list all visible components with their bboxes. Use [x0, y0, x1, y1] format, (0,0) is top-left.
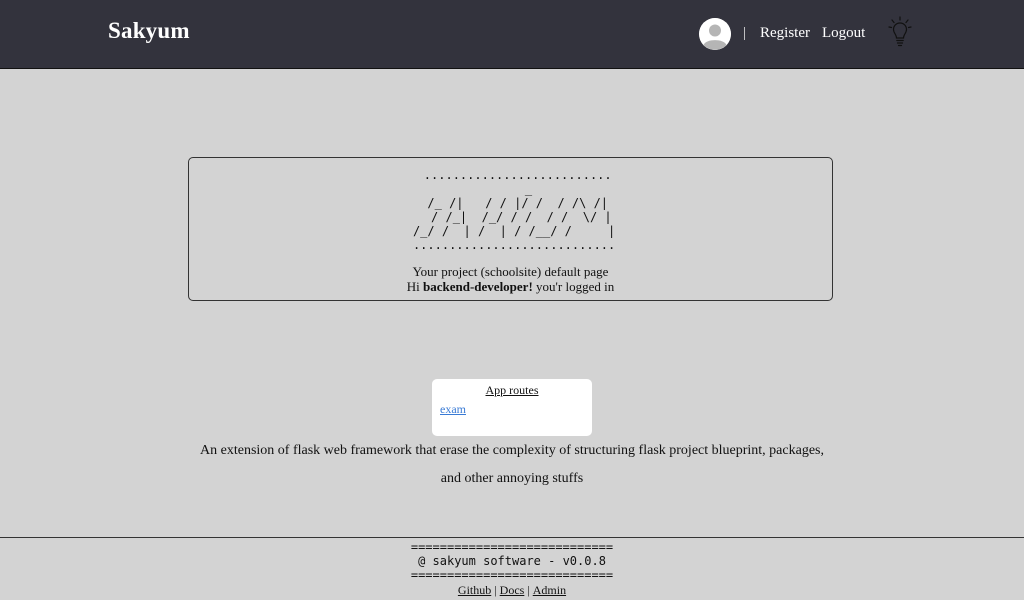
footer-version-text: ============================ @ sakyum so…: [410, 540, 614, 582]
app-routes-title: App routes: [485, 383, 539, 397]
project-default-page-text: Your project (schoolsite) default page: [412, 264, 609, 279]
username: backend-developer!: [423, 279, 533, 294]
nav-right-group: | Register Logout: [699, 17, 877, 50]
lightbulb-icon[interactable]: [887, 15, 913, 49]
register-link[interactable]: Register: [760, 25, 810, 42]
docs-link[interactable]: Docs: [500, 583, 525, 597]
app-routes-card: App routes exam: [432, 379, 592, 436]
welcome-banner: .......................... _ /_ /| / / |…: [188, 157, 833, 301]
footer-separator: |: [527, 583, 530, 597]
greeting-prefix: Hi: [406, 279, 424, 294]
greeting-suffix: you'r logged in: [532, 279, 615, 294]
banner-message: Your project (schoolsite) default page H…: [189, 264, 832, 294]
nav-separator: |: [743, 25, 747, 41]
framework-description: An extension of flask web framework that…: [200, 443, 824, 486]
user-avatar-icon[interactable]: [699, 17, 731, 50]
brand-logo[interactable]: Sakyum: [108, 18, 190, 44]
top-navbar: Sakyum | Register Logout: [0, 0, 1024, 69]
footer-separator: |: [494, 583, 497, 597]
page-footer: ============================ @ sakyum so…: [0, 537, 1024, 600]
footer-links: Github | Docs | Admin: [0, 582, 1024, 598]
ascii-logo: .......................... _ /_ /| / / |…: [412, 168, 616, 252]
route-link-exam[interactable]: exam: [440, 402, 466, 417]
github-link[interactable]: Github: [458, 583, 491, 597]
logout-link[interactable]: Logout: [822, 25, 865, 42]
logged-in-greeting: Hi backend-developer! you'r logged in: [189, 279, 832, 294]
admin-link[interactable]: Admin: [533, 583, 566, 597]
